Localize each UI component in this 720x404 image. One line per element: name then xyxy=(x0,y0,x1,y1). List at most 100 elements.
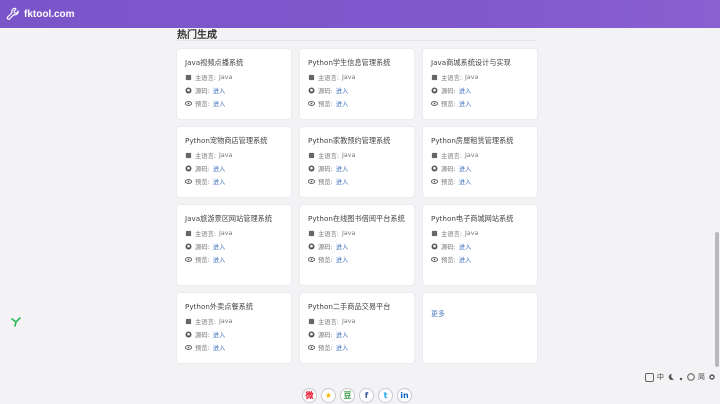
ime-simplified-toggle[interactable]: 简 xyxy=(698,372,705,382)
language-value: Java xyxy=(219,152,233,159)
douban-icon[interactable]: 豆 xyxy=(340,388,355,403)
source-row: 源码: 进入 xyxy=(431,84,530,97)
project-card: Python学生信息管理系统 主语言: Java 源码: 进入 预览: 进入 xyxy=(300,49,414,119)
project-title[interactable]: Python二手商品交易平台 xyxy=(308,301,407,312)
eye-icon xyxy=(431,257,438,262)
preview-link[interactable]: 进入 xyxy=(459,99,472,108)
github-icon xyxy=(185,165,192,172)
punctuation-icon[interactable] xyxy=(678,373,684,381)
preview-link[interactable]: 进入 xyxy=(336,99,349,108)
database-icon xyxy=(431,74,438,81)
source-link[interactable]: 进入 xyxy=(336,242,349,251)
source-link[interactable]: 进入 xyxy=(213,242,226,251)
source-row: 源码: 进入 xyxy=(308,84,407,97)
source-row: 源码: 进入 xyxy=(308,240,407,253)
linkedin-icon[interactable]: in xyxy=(397,388,412,403)
project-title[interactable]: Python学生信息管理系统 xyxy=(308,57,407,68)
source-row: 源码: 进入 xyxy=(185,162,284,175)
source-row: 源码: 进入 xyxy=(308,328,407,341)
database-icon xyxy=(308,230,315,237)
source-link[interactable]: 进入 xyxy=(459,86,472,95)
preview-row: 预览: 进入 xyxy=(431,97,530,110)
preview-label: 预览: xyxy=(195,101,210,108)
github-icon xyxy=(308,243,315,250)
wrench-icon xyxy=(6,7,19,20)
source-link[interactable]: 进入 xyxy=(336,164,349,173)
source-label: 源码: xyxy=(195,166,210,173)
settings-icon[interactable] xyxy=(708,373,716,381)
language-label: 主语言: xyxy=(441,231,463,238)
project-title[interactable]: Java旅游景区网站管理系统 xyxy=(185,213,284,224)
preview-row: 预览: 进入 xyxy=(308,253,407,266)
twitter-icon[interactable]: t xyxy=(378,388,393,403)
source-link[interactable]: 进入 xyxy=(213,164,226,173)
source-link[interactable]: 进入 xyxy=(213,330,226,339)
language-row: 主语言: Java xyxy=(308,149,407,162)
source-link[interactable]: 进入 xyxy=(459,242,472,251)
database-icon xyxy=(308,152,315,159)
preview-label: 预览: xyxy=(318,345,333,352)
project-card: Python家教预约管理系统 主语言: Java 源码: 进入 预览: 进入 xyxy=(300,127,414,197)
source-label: 源码: xyxy=(318,332,333,339)
github-icon xyxy=(185,243,192,250)
ime-mode-toggle[interactable]: 中 xyxy=(657,372,664,382)
language-value: Java xyxy=(342,230,356,237)
source-label: 源码: xyxy=(441,244,456,251)
database-icon xyxy=(185,230,192,237)
preview-link[interactable]: 进入 xyxy=(213,255,226,264)
language-label: 主语言: xyxy=(195,153,217,160)
preview-link[interactable]: 进入 xyxy=(459,177,472,186)
site-logo[interactable]: fktool.com xyxy=(6,7,75,21)
preview-link[interactable]: 进入 xyxy=(213,99,226,108)
language-value: Java xyxy=(342,74,356,81)
language-row: 主语言: Java xyxy=(308,71,407,84)
database-icon xyxy=(431,230,438,237)
preview-link[interactable]: 进入 xyxy=(336,177,349,186)
moon-icon[interactable] xyxy=(667,373,675,381)
preview-label: 预览: xyxy=(318,101,333,108)
project-title[interactable]: Python家教预约管理系统 xyxy=(308,135,407,146)
source-link[interactable]: 进入 xyxy=(213,86,226,95)
qzone-icon[interactable]: ★ xyxy=(321,388,336,403)
language-value: Java xyxy=(219,230,233,237)
database-icon xyxy=(308,74,315,81)
source-link[interactable]: 进入 xyxy=(336,330,349,339)
scrollbar-thumb[interactable] xyxy=(715,232,719,367)
project-title[interactable]: Python房屋租赁管理系统 xyxy=(431,135,530,146)
language-row: 主语言: Java xyxy=(431,227,530,240)
preview-link[interactable]: 进入 xyxy=(213,343,226,352)
preview-link[interactable]: 进入 xyxy=(336,343,349,352)
preview-link[interactable]: 进入 xyxy=(213,177,226,186)
source-row: 源码: 进入 xyxy=(185,84,284,97)
preview-link[interactable]: 进入 xyxy=(459,255,472,264)
eye-icon xyxy=(308,101,315,106)
preview-row: 预览: 进入 xyxy=(185,253,284,266)
language-value: Java xyxy=(465,152,479,159)
more-link[interactable]: 更多 xyxy=(431,310,445,318)
project-title[interactable]: Java视频点播系统 xyxy=(185,57,284,68)
side-float-widget[interactable] xyxy=(10,316,22,328)
project-title[interactable]: Python电子商城网站系统 xyxy=(431,213,530,224)
project-title[interactable]: Python外卖点餐系统 xyxy=(185,301,284,312)
weibo-icon[interactable]: 微 xyxy=(302,388,317,403)
eye-icon xyxy=(308,257,315,262)
preview-link[interactable]: 进入 xyxy=(336,255,349,264)
project-card: Java旅游景区网站管理系统 主语言: Java 源码: 进入 预览: 进入 xyxy=(177,205,291,285)
language-label: 主语言: xyxy=(195,319,217,326)
preview-row: 预览: 进入 xyxy=(308,97,407,110)
language-value: Java xyxy=(219,318,233,325)
project-title[interactable]: Java商城系统设计与实现 xyxy=(431,57,530,68)
preview-label: 预览: xyxy=(195,345,210,352)
facebook-icon[interactable]: f xyxy=(359,388,374,403)
language-label: 主语言: xyxy=(318,319,340,326)
source-link[interactable]: 进入 xyxy=(459,164,472,173)
github-icon xyxy=(185,87,192,94)
project-title[interactable]: Python在线图书借阅平台系统 xyxy=(308,213,407,224)
github-icon xyxy=(431,243,438,250)
source-link[interactable]: 进入 xyxy=(336,86,349,95)
database-icon xyxy=(431,152,438,159)
language-row: 主语言: Java xyxy=(185,71,284,84)
emoji-icon[interactable] xyxy=(687,373,695,381)
project-card: Python房屋租赁管理系统 主语言: Java 源码: 进入 预览: 进入 xyxy=(423,127,537,197)
project-title[interactable]: Python宠物商店管理系统 xyxy=(185,135,284,146)
